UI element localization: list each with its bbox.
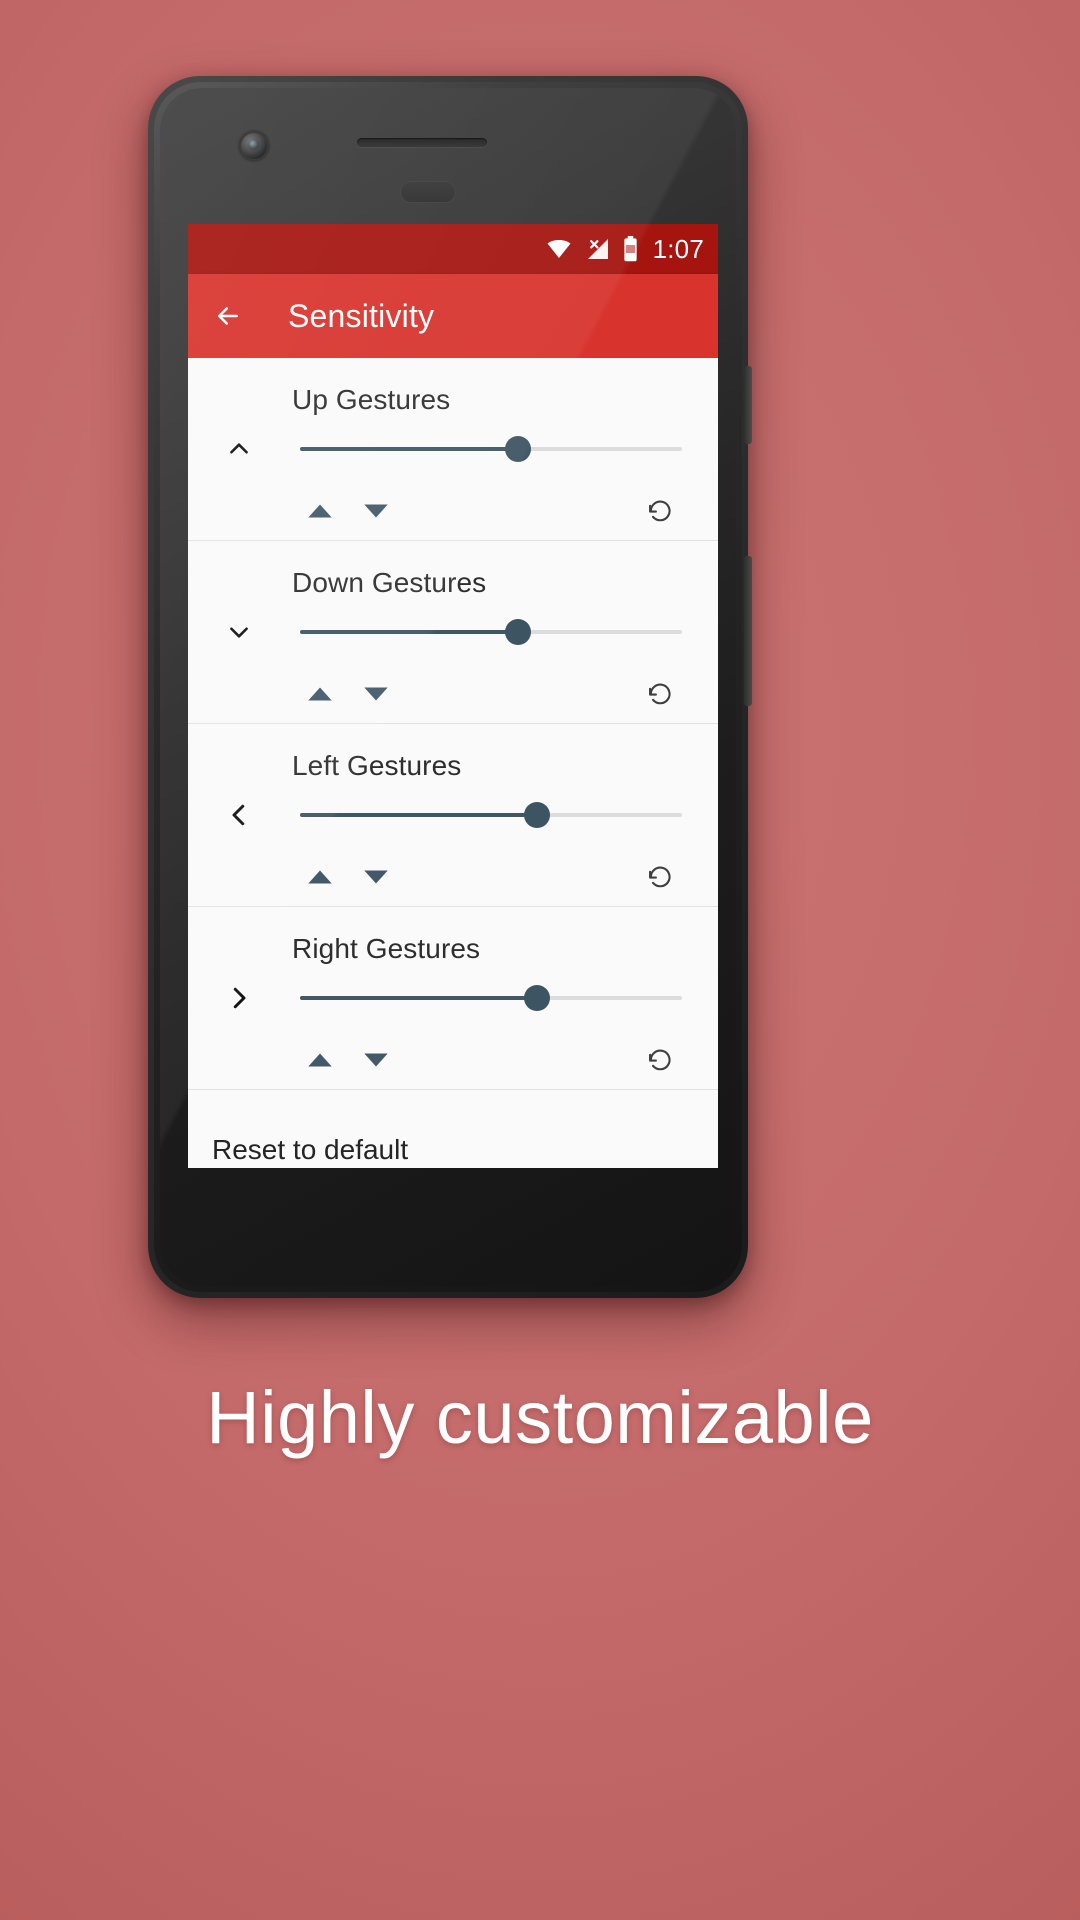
settings-list: Up Gestures Down Gestures Left Gestures … bbox=[188, 358, 718, 1168]
gesture-row-right: Right Gestures bbox=[188, 907, 718, 1090]
earpiece-speaker bbox=[357, 138, 487, 147]
slider-fill bbox=[300, 630, 518, 634]
volume-button[interactable] bbox=[744, 556, 752, 706]
chevron-down-icon bbox=[206, 619, 272, 645]
increase-icon[interactable] bbox=[292, 868, 348, 886]
phone-mockup: 1:07 Sensitivity Up Gestures Down Gestur… bbox=[148, 76, 752, 1298]
increase-icon[interactable] bbox=[292, 685, 348, 703]
app-bar: Sensitivity bbox=[188, 274, 718, 358]
page-title: Sensitivity bbox=[288, 297, 435, 334]
slider-fill bbox=[300, 447, 518, 451]
sensitivity-slider[interactable] bbox=[300, 436, 682, 462]
wifi-icon bbox=[544, 237, 574, 261]
promo-caption: Highly customizable bbox=[206, 1376, 874, 1459]
sensitivity-slider[interactable] bbox=[300, 619, 682, 645]
gesture-row-down: Down Gestures bbox=[188, 541, 718, 724]
power-button[interactable] bbox=[744, 366, 752, 444]
sensitivity-slider[interactable] bbox=[300, 985, 682, 1011]
battery-icon bbox=[622, 236, 639, 262]
chevron-up-icon bbox=[206, 436, 272, 462]
chevron-right-icon bbox=[206, 983, 272, 1013]
back-arrow-icon[interactable] bbox=[210, 301, 246, 331]
undo-icon[interactable] bbox=[638, 1046, 682, 1074]
increase-icon[interactable] bbox=[292, 1051, 348, 1069]
phone-face: 1:07 Sensitivity Up Gestures Down Gestur… bbox=[160, 88, 736, 1286]
decrease-icon[interactable] bbox=[348, 502, 404, 520]
slider-thumb[interactable] bbox=[504, 619, 531, 645]
slider-fill bbox=[300, 996, 537, 1000]
sensitivity-slider[interactable] bbox=[300, 802, 682, 828]
front-camera-icon bbox=[239, 131, 269, 161]
sensor-housing bbox=[400, 181, 456, 203]
gesture-label: Down Gestures bbox=[292, 567, 487, 598]
cellular-no-signal-icon bbox=[584, 237, 612, 261]
slider-thumb[interactable] bbox=[504, 436, 531, 462]
slider-thumb[interactable] bbox=[523, 802, 550, 828]
decrease-icon[interactable] bbox=[348, 868, 404, 886]
gesture-row-left: Left Gestures bbox=[188, 724, 718, 907]
gesture-label: Up Gestures bbox=[292, 384, 451, 415]
increase-icon[interactable] bbox=[292, 502, 348, 520]
slider-fill bbox=[300, 813, 537, 817]
decrease-icon[interactable] bbox=[348, 685, 404, 703]
undo-icon[interactable] bbox=[638, 680, 682, 708]
reset-to-default-item[interactable]: Reset to default bbox=[188, 1090, 718, 1168]
chevron-left-icon bbox=[206, 800, 272, 830]
gesture-row-up: Up Gestures bbox=[188, 358, 718, 541]
phone-screen: 1:07 Sensitivity Up Gestures Down Gestur… bbox=[188, 224, 718, 1168]
gesture-label: Right Gestures bbox=[292, 933, 481, 964]
decrease-icon[interactable] bbox=[348, 1051, 404, 1069]
undo-icon[interactable] bbox=[638, 497, 682, 525]
undo-icon[interactable] bbox=[638, 863, 682, 891]
slider-thumb[interactable] bbox=[523, 985, 550, 1011]
status-bar: 1:07 bbox=[188, 224, 718, 274]
gesture-label: Left Gestures bbox=[292, 750, 462, 781]
status-bar-clock: 1:07 bbox=[652, 233, 704, 264]
